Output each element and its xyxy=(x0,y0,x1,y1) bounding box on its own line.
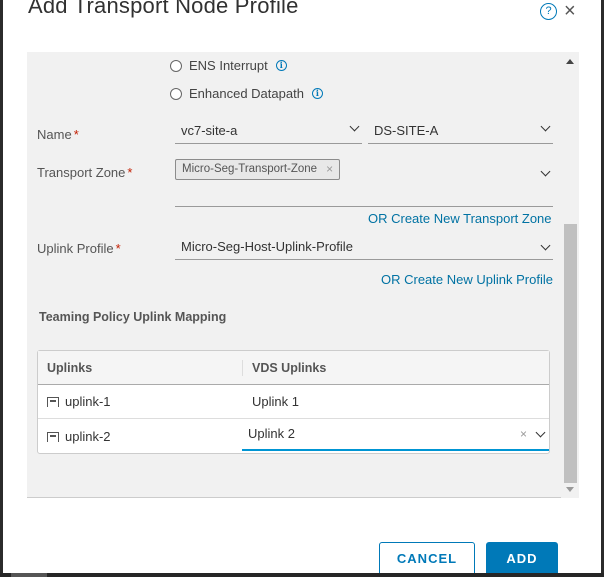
network-port-icon xyxy=(47,396,59,407)
dialog-title: Add Transport Node Profile xyxy=(28,0,299,18)
vertical-scrollbar[interactable] xyxy=(561,52,579,498)
network-port-icon xyxy=(47,431,59,442)
chevron-down-icon xyxy=(349,121,360,132)
column-header-vds-uplinks[interactable]: VDS Uplinks xyxy=(252,361,326,375)
uplink-name: uplink-2 xyxy=(65,429,111,444)
tag-label: Micro-Seg-Transport-Zone xyxy=(182,163,318,175)
vcenter-select-value: vc7-site-a xyxy=(181,123,238,138)
help-icon[interactable]: ? xyxy=(540,3,557,20)
scroll-up-arrow-icon[interactable] xyxy=(566,59,574,64)
radio-ens-interrupt[interactable]: ENS Interrupt i xyxy=(170,58,287,73)
grid-header: Uplinks VDS Uplinks xyxy=(38,351,549,385)
form-scroll-panel: ENS Interrupt i Enhanced Datapath i Name… xyxy=(27,52,579,498)
add-transport-node-profile-dialog: Add Transport Node Profile ? × ENS Inter… xyxy=(3,0,601,573)
cancel-button[interactable]: CANCEL xyxy=(379,542,475,573)
column-separator[interactable] xyxy=(242,360,243,376)
uplink-name: uplink-1 xyxy=(65,394,111,409)
name-label-text: Name xyxy=(37,127,72,142)
vds-uplink-value[interactable]: Uplink 1 xyxy=(252,394,299,409)
table-row: uplink-1 Uplink 1 xyxy=(38,385,549,419)
required-mark: * xyxy=(127,165,133,180)
radio-label: ENS Interrupt xyxy=(189,58,268,73)
radio-button[interactable] xyxy=(170,87,182,100)
uplink-cell: uplink-2 xyxy=(47,429,111,444)
switch-select-value: DS-SITE-A xyxy=(374,123,439,138)
uplink-profile-label-text: Uplink Profile xyxy=(37,241,114,256)
vds-uplink-input-value: Uplink 2 xyxy=(248,426,295,441)
vcenter-select[interactable]: vc7-site-a xyxy=(175,120,362,144)
transport-zone-tag: Micro-Seg-Transport-Zone × xyxy=(175,159,341,180)
info-icon[interactable]: i xyxy=(311,88,323,99)
uplink-cell: uplink-1 xyxy=(47,394,111,409)
create-transport-zone-link[interactable]: OR Create New Transport Zone xyxy=(368,211,552,226)
radio-label: Enhanced Datapath xyxy=(189,86,304,101)
transport-zone-label-text: Transport Zone xyxy=(37,165,126,180)
uplink-profile-label: Uplink Profile * xyxy=(37,241,121,256)
chevron-down-icon xyxy=(540,240,551,251)
teaming-section-title: Teaming Policy Uplink Mapping xyxy=(39,310,227,324)
add-button[interactable]: ADD xyxy=(486,542,558,573)
column-header-uplinks[interactable]: Uplinks xyxy=(47,361,92,375)
close-icon[interactable]: × xyxy=(564,0,576,22)
switch-select[interactable]: DS-SITE-A xyxy=(368,120,553,144)
remove-tag-icon[interactable]: × xyxy=(326,160,333,179)
radio-button[interactable] xyxy=(170,59,182,72)
chevron-down-icon xyxy=(540,121,551,132)
taskbar-strip xyxy=(0,573,604,577)
clear-icon[interactable]: × xyxy=(520,421,527,447)
chevron-down-icon[interactable] xyxy=(535,427,546,438)
taskbar-segment xyxy=(11,573,47,577)
required-mark: * xyxy=(73,127,79,142)
create-uplink-profile-link[interactable]: OR Create New Uplink Profile xyxy=(381,272,553,287)
table-row: uplink-2 Uplink 2 × xyxy=(38,420,549,454)
required-mark: * xyxy=(115,241,121,256)
chevron-down-icon xyxy=(540,166,551,177)
scroll-down-arrow-icon[interactable] xyxy=(566,487,574,492)
vds-uplink-combobox[interactable]: Uplink 2 × xyxy=(242,421,549,451)
uplink-profile-value: Micro-Seg-Host-Uplink-Profile xyxy=(181,239,353,254)
name-label: Name * xyxy=(37,127,79,142)
scrollbar-thumb[interactable] xyxy=(564,224,577,483)
uplink-profile-select[interactable]: Micro-Seg-Host-Uplink-Profile xyxy=(175,236,553,260)
radio-enhanced-datapath[interactable]: Enhanced Datapath i xyxy=(170,86,323,101)
info-icon[interactable]: i xyxy=(275,60,287,71)
transport-zone-label: Transport Zone * xyxy=(37,165,132,180)
uplink-mapping-grid: Uplinks VDS Uplinks uplink-1 Uplink 1 up… xyxy=(37,350,550,454)
